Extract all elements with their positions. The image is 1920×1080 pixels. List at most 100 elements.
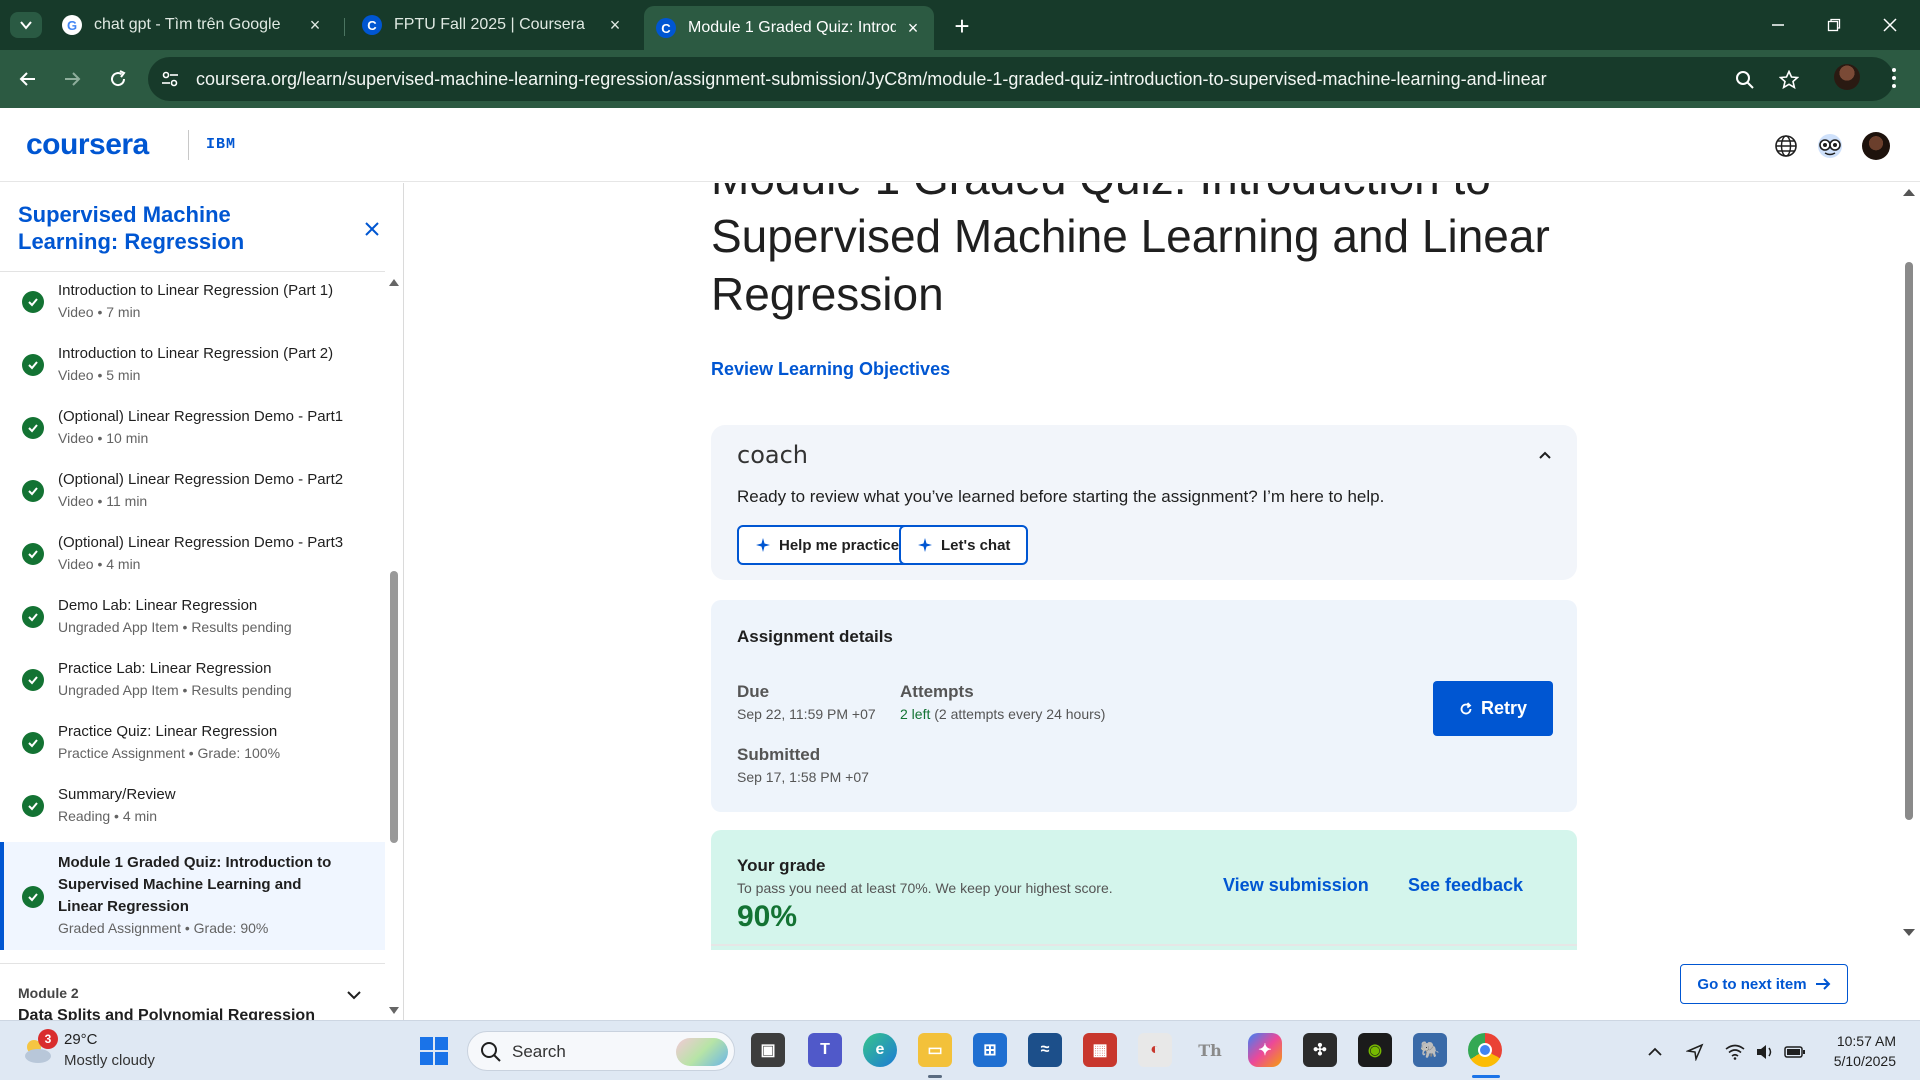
outline-item[interactable]: (Optional) Linear Regression Demo - Part… (0, 401, 385, 464)
scroll-down-arrow-icon[interactable] (1902, 928, 1916, 938)
outline-item[interactable]: (Optional) Linear Regression Demo - Part… (0, 464, 385, 527)
chevron-down-icon[interactable] (344, 985, 364, 1005)
app-red-icon[interactable]: ◐ (1138, 1033, 1172, 1067)
copilot-icon[interactable]: ✦ (1248, 1033, 1282, 1067)
windows-start-icon[interactable] (420, 1037, 448, 1065)
weather-condition[interactable]: Mostly cloudy (64, 1052, 155, 1069)
outline-item-title: Introduction to Linear Regression (Part … (58, 345, 334, 362)
volume-icon[interactable] (1754, 1041, 1776, 1063)
button-label: Go to next item (1697, 975, 1807, 993)
weather-temperature[interactable]: 29°C (64, 1031, 98, 1048)
task-view-icon[interactable]: ▣ (751, 1033, 785, 1067)
scroll-down-arrow-icon[interactable] (388, 1006, 400, 1016)
file-explorer-icon[interactable]: ▭ (918, 1033, 952, 1067)
course-outline-sidebar: Supervised Machine Learning: Regression … (0, 183, 404, 1020)
teams-icon[interactable]: T (808, 1033, 842, 1067)
browser-menu-icon[interactable] (1884, 64, 1904, 92)
outline-item[interactable]: Practice Quiz: Linear Regression Practic… (0, 716, 385, 779)
browser-tab-google[interactable]: G chat gpt - Tìm trên Google × (50, 6, 336, 44)
sidebar-scrollbar-thumb[interactable] (390, 571, 398, 843)
zoom-icon[interactable] (1732, 67, 1758, 93)
tray-overflow-chevron-icon[interactable] (1644, 1041, 1666, 1063)
module-title[interactable]: Data Splits and Polynomial Regression (18, 1007, 315, 1020)
taskbar-search-box[interactable]: Search (467, 1031, 735, 1071)
microsoft-store-icon[interactable]: ⊞ (973, 1033, 1007, 1067)
calendar-app-icon[interactable]: ▦ (1083, 1033, 1117, 1067)
outline-item[interactable]: Introduction to Linear Regression (Part … (0, 275, 385, 338)
font-app-icon[interactable]: Th (1193, 1033, 1227, 1067)
partner-logo[interactable]: IBM (206, 136, 236, 153)
page-scrollbar-thumb[interactable] (1905, 262, 1913, 820)
close-tab-icon[interactable]: × (306, 15, 324, 35)
retry-button[interactable]: Retry (1433, 681, 1553, 736)
user-avatar[interactable] (1862, 132, 1890, 160)
lets-chat-button[interactable]: Let's chat (899, 525, 1029, 565)
browser-tab-active[interactable]: C Module 1 Graded Quiz: Introdu × (644, 6, 934, 50)
coursera-logo[interactable]: coursera (26, 128, 149, 162)
bookmark-star-icon[interactable] (1776, 67, 1802, 93)
restore-button[interactable] (1814, 10, 1854, 40)
outline-item[interactable]: Practice Lab: Linear Regression Ungraded… (0, 653, 385, 716)
review-objectives-link[interactable]: Review Learning Objectives (711, 359, 950, 380)
forward-button[interactable] (56, 63, 88, 95)
close-sidebar-button[interactable] (360, 217, 384, 241)
fan-app-icon[interactable]: ✣ (1303, 1033, 1337, 1067)
completed-check-icon (22, 480, 44, 502)
outline-item[interactable]: Introduction to Linear Regression (Part … (0, 338, 385, 401)
scroll-up-arrow-icon[interactable] (1902, 187, 1916, 197)
close-tab-icon[interactable]: × (606, 15, 624, 35)
reload-button[interactable] (102, 63, 134, 95)
edge-browser-icon[interactable]: e (863, 1033, 897, 1067)
help-me-practice-button[interactable]: Help me practice (737, 525, 918, 565)
arrow-left-icon (19, 72, 35, 86)
location-arrow-icon[interactable] (1684, 1041, 1706, 1063)
tab-title: FPTU Fall 2025 | Coursera (394, 16, 585, 33)
attempts-note: (2 attempts every 24 hours) (934, 706, 1106, 722)
module-label[interactable]: Module 2 (18, 985, 79, 1001)
course-title[interactable]: Supervised Machine Learning: Regression (18, 201, 318, 255)
new-tab-button[interactable]: + (948, 11, 976, 41)
close-tab-icon[interactable]: × (904, 18, 922, 38)
coursera-icon: C (362, 15, 382, 35)
back-button[interactable] (12, 63, 44, 95)
outline-item-title: Module 1 Graded Quiz: Introduction to Su… (58, 854, 332, 915)
browser-tab-fptu[interactable]: C FPTU Fall 2025 | Coursera × (350, 6, 636, 44)
minimize-icon (1772, 24, 1784, 26)
minimize-button[interactable] (1758, 10, 1798, 40)
completed-check-icon (22, 354, 44, 376)
chrome-icon[interactable] (1468, 1033, 1502, 1067)
search-label: Search (512, 1042, 566, 1061)
address-bar[interactable]: coursera.org/learn/supervised-machine-le… (148, 57, 1894, 101)
outline-item-meta: Video • 7 min (58, 304, 141, 320)
chevron-down-icon (20, 21, 32, 30)
grade-heading: Your grade (737, 856, 826, 875)
system-clock[interactable]: 10:57 AM 5/10/2025 (1826, 1031, 1896, 1071)
coursera-header: coursera IBM (0, 108, 1920, 182)
weather-app-icon[interactable]: ≈ (1028, 1033, 1062, 1067)
tab-title: chat gpt - Tìm trên Google (94, 16, 281, 33)
battery-icon[interactable] (1784, 1041, 1806, 1063)
close-window-button[interactable] (1870, 10, 1910, 40)
tab-search-button[interactable] (10, 12, 42, 38)
learner-assistant-icon[interactable] (1816, 132, 1844, 160)
chevron-up-icon[interactable] (1535, 445, 1555, 465)
outline-item-current[interactable]: Module 1 Graded Quiz: Introduction to Su… (0, 842, 385, 950)
wifi-icon[interactable] (1724, 1041, 1746, 1063)
outline-item[interactable]: Summary/Review Reading • 4 min (0, 779, 385, 842)
postgres-icon[interactable]: 🐘 (1413, 1033, 1447, 1067)
globe-icon[interactable] (1772, 132, 1800, 160)
nvidia-icon[interactable]: ◉ (1358, 1033, 1392, 1067)
close-icon (365, 222, 379, 236)
completed-check-icon (22, 886, 44, 908)
view-submission-link[interactable]: View submission (1223, 875, 1369, 896)
completed-check-icon (22, 543, 44, 565)
outline-item-meta: Ungraded App Item • Results pending (58, 682, 292, 698)
outline-item[interactable]: (Optional) Linear Regression Demo - Part… (0, 527, 385, 590)
outline-item-list: Introduction to Linear Regression (Part … (0, 275, 385, 950)
browser-profile-avatar[interactable] (1834, 64, 1860, 90)
go-to-next-item-button[interactable]: Go to next item (1680, 964, 1848, 1004)
site-settings-icon[interactable] (160, 69, 180, 89)
scroll-up-arrow-icon[interactable] (388, 277, 400, 287)
outline-item[interactable]: Demo Lab: Linear Regression Ungraded App… (0, 590, 385, 653)
see-feedback-link[interactable]: See feedback (1408, 875, 1523, 896)
